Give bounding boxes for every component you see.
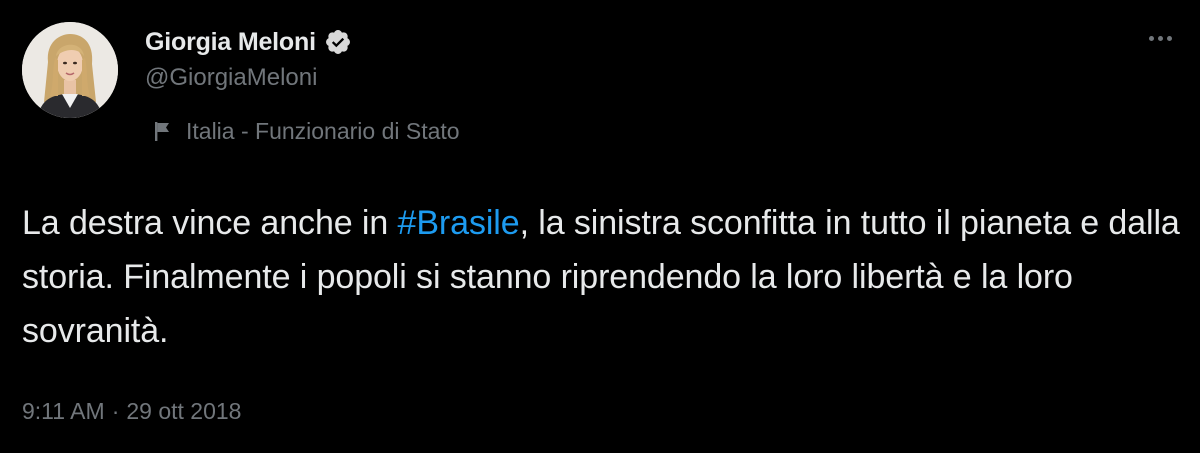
- account-label: Italia - Funzionario di Stato: [152, 116, 460, 146]
- avatar[interactable]: [22, 22, 118, 118]
- tweet-timestamp[interactable]: 9:11 AM · 29 ott 2018: [22, 398, 241, 425]
- tweet-text: La destra vince anche in #Brasile, la si…: [22, 196, 1182, 358]
- more-horizontal-icon: [1148, 35, 1154, 41]
- account-label-text: Italia - Funzionario di Stato: [186, 117, 460, 144]
- more-horizontal-icon: [1157, 35, 1163, 41]
- more-options-button[interactable]: [1142, 24, 1178, 52]
- tweet-time: 9:11 AM: [22, 398, 105, 424]
- more-horizontal-icon: [1166, 35, 1172, 41]
- name-row: Giorgia Meloni: [145, 24, 352, 60]
- tweet-date: 29 ott 2018: [126, 398, 242, 424]
- flag-icon: [152, 119, 174, 143]
- meta-separator: ·: [111, 398, 120, 424]
- tweet-text-start: La destra vince anche in: [22, 204, 398, 242]
- tweet-card: Giorgia Meloni @GiorgiaMeloni Italia - F…: [0, 0, 1200, 453]
- avatar-image: [22, 22, 118, 118]
- display-name[interactable]: Giorgia Meloni: [145, 28, 316, 57]
- verified-badge-icon: [324, 28, 352, 56]
- author-block: Giorgia Meloni @GiorgiaMeloni: [145, 24, 352, 92]
- user-handle[interactable]: @GiorgiaMeloni: [145, 64, 352, 92]
- hashtag-link[interactable]: #Brasile: [398, 204, 520, 242]
